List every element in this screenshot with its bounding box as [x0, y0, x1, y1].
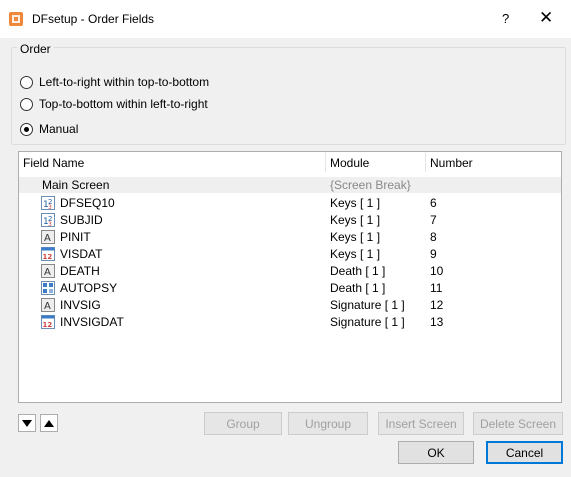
field-number: 10	[430, 264, 444, 278]
radio-button[interactable]	[20, 97, 33, 111]
ok-button[interactable]: OK	[398, 441, 474, 464]
table-row[interactable]: 12 VISDAT Keys [ 1 ] 9	[19, 246, 561, 262]
move-up-button[interactable]	[40, 414, 58, 432]
radio-label: Manual	[39, 122, 79, 136]
table-row[interactable]: 123 DFSEQ10 Keys [ 1 ] 6	[19, 195, 561, 211]
table-row[interactable]: A INVSIG Signature [ 1 ] 12	[19, 297, 561, 313]
ungroup-button[interactable]: Ungroup	[288, 412, 368, 435]
svg-text:12: 12	[43, 253, 53, 261]
triangle-down-icon	[22, 419, 32, 427]
field-number: 7	[430, 213, 437, 227]
date-field-icon: 12	[41, 315, 55, 329]
table-row[interactable]: 123 SUBJID Keys [ 1 ] 7	[19, 212, 561, 228]
field-name: DFSEQ10	[60, 196, 115, 210]
field-number: 6	[430, 196, 437, 210]
text-field-icon: A	[41, 264, 55, 278]
title-bar: DFsetup - Order Fields ? ✕	[0, 0, 571, 38]
column-divider[interactable]	[425, 152, 426, 172]
delete-screen-button[interactable]: Delete Screen	[473, 412, 563, 435]
field-number: 12	[430, 298, 444, 312]
field-name: SUBJID	[60, 213, 103, 227]
svg-text:12: 12	[43, 321, 53, 329]
screen-break-name: Main Screen	[42, 178, 110, 192]
field-name: INVSIG	[60, 298, 101, 312]
screen-break-row[interactable]: Main Screen {Screen Break}	[19, 177, 561, 193]
text-field-icon: A	[41, 298, 55, 312]
choice-field-icon	[41, 281, 55, 295]
field-number: 8	[430, 230, 437, 244]
number-field-icon: 123	[41, 213, 55, 227]
radio-button[interactable]	[20, 75, 33, 89]
field-name: VISDAT	[60, 247, 103, 261]
svg-text:A: A	[44, 233, 51, 244]
radio-manual[interactable]: Manual	[20, 121, 78, 137]
column-header-number[interactable]: Number	[430, 156, 473, 170]
field-number: 13	[430, 315, 444, 329]
field-number: 11	[430, 281, 443, 295]
field-name: PINIT	[60, 230, 91, 244]
field-module: Death [ 1 ]	[330, 281, 386, 295]
group-button[interactable]: Group	[204, 412, 282, 435]
triangle-up-icon	[44, 419, 54, 427]
radio-label: Left-to-right within top-to-bottom	[39, 75, 210, 89]
number-field-icon: 123	[41, 196, 55, 210]
close-button[interactable]: ✕	[539, 8, 553, 28]
field-module: Keys [ 1 ]	[330, 247, 381, 261]
field-module: Keys [ 1 ]	[330, 230, 381, 244]
date-field-icon: 12	[41, 247, 55, 261]
field-module: Death [ 1 ]	[330, 264, 386, 278]
move-down-button[interactable]	[18, 414, 36, 432]
radio-top-to-bottom[interactable]: Top-to-bottom within left-to-right	[20, 96, 208, 112]
field-name: INVSIGDAT	[60, 315, 124, 329]
column-divider[interactable]	[325, 152, 326, 172]
radio-left-to-right[interactable]: Left-to-right within top-to-bottom	[20, 74, 209, 90]
field-module: Signature [ 1 ]	[330, 298, 405, 312]
svg-text:3: 3	[48, 204, 52, 210]
app-icon	[9, 12, 23, 26]
cancel-button[interactable]: Cancel	[486, 441, 563, 464]
field-list[interactable]: Field Name Module Number Main Screen {Sc…	[18, 151, 562, 403]
field-module: Keys [ 1 ]	[330, 213, 381, 227]
help-button[interactable]: ?	[502, 11, 509, 26]
column-header-module[interactable]: Module	[330, 156, 369, 170]
svg-text:A: A	[44, 301, 51, 312]
field-module: Keys [ 1 ]	[330, 196, 381, 210]
field-module: Signature [ 1 ]	[330, 315, 405, 329]
text-field-icon: A	[41, 230, 55, 244]
radio-label: Top-to-bottom within left-to-right	[39, 97, 208, 111]
table-row[interactable]: A DEATH Death [ 1 ] 10	[19, 263, 561, 279]
field-name: DEATH	[60, 264, 100, 278]
field-number: 9	[430, 247, 437, 261]
screen-break-module: {Screen Break}	[330, 178, 411, 192]
insert-screen-button[interactable]: Insert Screen	[378, 412, 464, 435]
table-row[interactable]: AUTOPSY Death [ 1 ] 11	[19, 280, 561, 296]
order-group-label: Order	[17, 42, 54, 56]
window-title: DFsetup - Order Fields	[32, 12, 155, 26]
svg-text:A: A	[44, 267, 51, 278]
field-name: AUTOPSY	[60, 281, 118, 295]
column-header-field-name[interactable]: Field Name	[23, 156, 84, 170]
svg-text:3: 3	[48, 221, 52, 227]
radio-button-checked[interactable]	[20, 122, 33, 136]
table-row[interactable]: A PINIT Keys [ 1 ] 8	[19, 229, 561, 245]
table-row[interactable]: 12 INVSIGDAT Signature [ 1 ] 13	[19, 314, 561, 330]
